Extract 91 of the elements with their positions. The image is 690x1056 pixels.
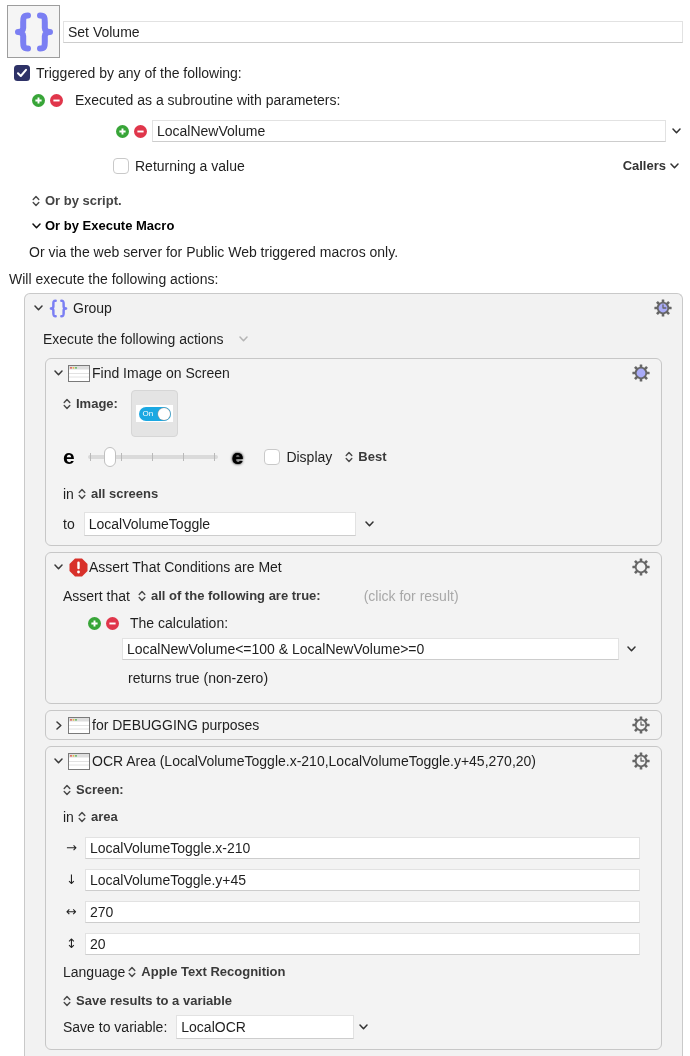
chevron-down-icon[interactable] bbox=[54, 370, 63, 376]
variable-field[interactable]: LocalOCR bbox=[176, 1015, 355, 1039]
add-icon[interactable] bbox=[116, 124, 129, 138]
web-server-note: Or via the web server for Public Web triggered macros only. bbox=[29, 243, 399, 261]
coordinate-symbol: ↔ bbox=[65, 903, 78, 921]
result-text: returns true (non-zero) bbox=[128, 669, 269, 687]
in-label: in bbox=[63, 485, 74, 503]
updown-chevron-icon bbox=[77, 488, 86, 500]
chevron-down-icon[interactable] bbox=[54, 564, 63, 570]
group-title: Group bbox=[73, 299, 112, 317]
returning-label: Returning a value bbox=[135, 157, 245, 175]
chevron-down-icon[interactable] bbox=[359, 1024, 369, 1030]
checkbox[interactable] bbox=[264, 449, 281, 465]
condition-label: The calculation: bbox=[130, 614, 229, 632]
window-icon bbox=[68, 716, 90, 734]
coordinate-field[interactable]: 270 bbox=[85, 901, 640, 923]
chevron-down-icon bbox=[670, 163, 679, 169]
slider-thumb[interactable] bbox=[104, 447, 117, 467]
area-popup[interactable]: area bbox=[77, 808, 118, 826]
coordinate-symbol: ↕ bbox=[65, 935, 78, 953]
coordinate-field[interactable]: LocalVolumeToggle.y+45 bbox=[85, 869, 640, 891]
updown-chevron-icon bbox=[128, 966, 137, 978]
condition-mode-popup[interactable]: all of the following are true: bbox=[137, 587, 321, 605]
assert-label: Assert that bbox=[63, 587, 130, 605]
chevron-down-icon[interactable] bbox=[672, 128, 681, 134]
trigger-label: Triggered by any of the following: bbox=[36, 64, 242, 82]
action-title: for DEBUGGING purposes bbox=[92, 716, 260, 734]
alert-icon bbox=[69, 557, 88, 577]
parameter-field[interactable]: LocalNewVolume bbox=[152, 120, 666, 142]
updown-chevron-icon bbox=[63, 784, 71, 796]
screen-popup[interactable]: Screen: bbox=[63, 781, 124, 799]
remove-icon[interactable] bbox=[106, 616, 119, 630]
chevron-down-icon[interactable] bbox=[34, 305, 43, 311]
action-title: OCR Area (LocalVolumeToggle.x-210,LocalVolumeToggle.y+45,270,20) bbox=[92, 752, 536, 770]
checkbox[interactable] bbox=[14, 65, 30, 81]
checkbox[interactable] bbox=[113, 158, 129, 174]
coordinate-field[interactable]: 20 bbox=[85, 933, 640, 955]
window-icon bbox=[68, 752, 90, 770]
mode-popup[interactable]: Execute the following actions bbox=[43, 330, 248, 348]
updown-chevron-icon bbox=[63, 995, 71, 1007]
add-icon[interactable] bbox=[88, 616, 101, 630]
language-popup[interactable]: Apple Text Recognition bbox=[128, 963, 286, 981]
macro-name-field[interactable]: Set Volume bbox=[63, 20, 683, 43]
blurred-e-label: e bbox=[231, 447, 244, 467]
gear-clock-icon[interactable] bbox=[632, 716, 650, 734]
quality-popup[interactable]: Best bbox=[345, 448, 387, 466]
in-label: in bbox=[63, 808, 74, 826]
variable-field[interactable]: LocalVolumeToggle bbox=[83, 512, 356, 536]
remove-icon[interactable] bbox=[134, 124, 147, 138]
chevron-down-icon bbox=[238, 336, 248, 342]
callers-menu[interactable]: Callers bbox=[622, 157, 679, 175]
updown-chevron-icon bbox=[137, 590, 146, 602]
chevron-right-icon[interactable] bbox=[55, 720, 62, 730]
language-label: Language bbox=[63, 963, 126, 981]
action-title: Assert That Conditions are Met bbox=[89, 558, 282, 576]
save-mode-popup[interactable]: Save results to a variable bbox=[63, 992, 233, 1010]
toggle-label: On bbox=[142, 408, 154, 419]
disclosure-toggle[interactable]: Or by Execute Macro bbox=[32, 217, 175, 235]
gear-icon[interactable] bbox=[632, 558, 650, 576]
coordinate-symbol: ↓ bbox=[65, 871, 78, 889]
updown-chevron-icon bbox=[63, 398, 71, 410]
updown-chevron-icon bbox=[77, 811, 86, 823]
icon-well[interactable] bbox=[7, 5, 60, 58]
chevron-down-icon[interactable] bbox=[54, 758, 63, 764]
screens-popup[interactable]: all screens bbox=[77, 485, 159, 503]
braces-icon bbox=[49, 298, 68, 318]
coordinate-field[interactable]: LocalVolumeToggle.x-210 bbox=[85, 837, 640, 859]
save-label: Save to variable: bbox=[63, 1018, 168, 1036]
braces-icon bbox=[13, 11, 54, 52]
action-title: Find Image on Screen bbox=[92, 364, 230, 382]
coordinate-symbol: → bbox=[65, 839, 78, 857]
gear-clock-icon[interactable] bbox=[632, 752, 650, 770]
toggle-knob-icon bbox=[157, 407, 170, 420]
trigger-popup[interactable]: Or by script. bbox=[32, 192, 122, 210]
add-icon[interactable] bbox=[32, 93, 45, 107]
slider-track[interactable] bbox=[87, 447, 218, 467]
to-label: to bbox=[63, 515, 75, 533]
gear-icon[interactable] bbox=[632, 364, 650, 382]
actions-heading: Will execute the following actions: bbox=[9, 270, 219, 288]
sharp-e-label: e bbox=[63, 447, 75, 467]
chevron-down-icon[interactable] bbox=[627, 646, 636, 652]
window-icon bbox=[68, 364, 90, 382]
chevron-down-icon[interactable] bbox=[364, 521, 374, 527]
subroutine-label: Executed as a subroutine with parameters: bbox=[75, 91, 341, 109]
remove-icon[interactable] bbox=[50, 93, 63, 107]
calculation-field[interactable]: LocalNewVolume<=100 & LocalNewVolume>=0 bbox=[122, 638, 619, 660]
display-label: Display bbox=[286, 448, 333, 466]
gear-clock-icon[interactable] bbox=[654, 299, 672, 317]
updown-chevron-icon bbox=[345, 451, 354, 463]
image-source-popup[interactable]: Image: bbox=[63, 395, 118, 413]
updown-chevron-icon bbox=[32, 195, 40, 207]
